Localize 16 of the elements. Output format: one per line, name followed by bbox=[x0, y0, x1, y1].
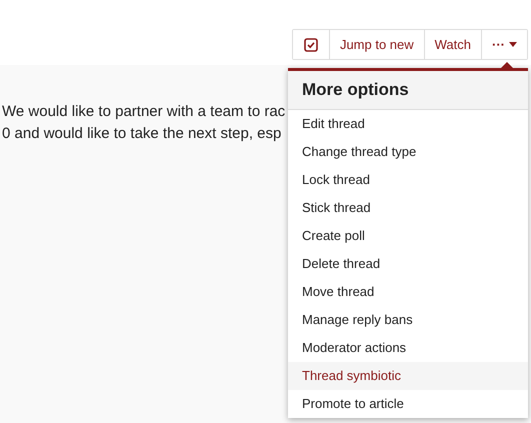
menu-item[interactable]: Change thread type bbox=[288, 138, 528, 166]
menu-item[interactable]: Moderator actions bbox=[288, 334, 528, 362]
menu-item[interactable]: Lock thread bbox=[288, 166, 528, 194]
menu-item[interactable]: Promote to article bbox=[288, 390, 528, 418]
menu-item[interactable]: Thread symbiotic bbox=[288, 362, 528, 390]
menu-item[interactable]: Delete thread bbox=[288, 250, 528, 278]
menu-item[interactable]: Manage reply bans bbox=[288, 306, 528, 334]
caret-icon bbox=[509, 42, 517, 47]
menu-item[interactable]: Stick thread bbox=[288, 194, 528, 222]
post-text: 0 and would like to take the next step, esp bbox=[2, 124, 282, 143]
more-button[interactable]: ··· bbox=[481, 30, 527, 59]
menu-item[interactable]: Create poll bbox=[288, 222, 528, 250]
post-text: We would like to partner with a team to rac bbox=[2, 102, 286, 121]
menu-title: More options bbox=[288, 71, 528, 110]
menu-item[interactable]: Edit thread bbox=[288, 110, 528, 138]
menu-item[interactable]: Move thread bbox=[288, 278, 528, 306]
